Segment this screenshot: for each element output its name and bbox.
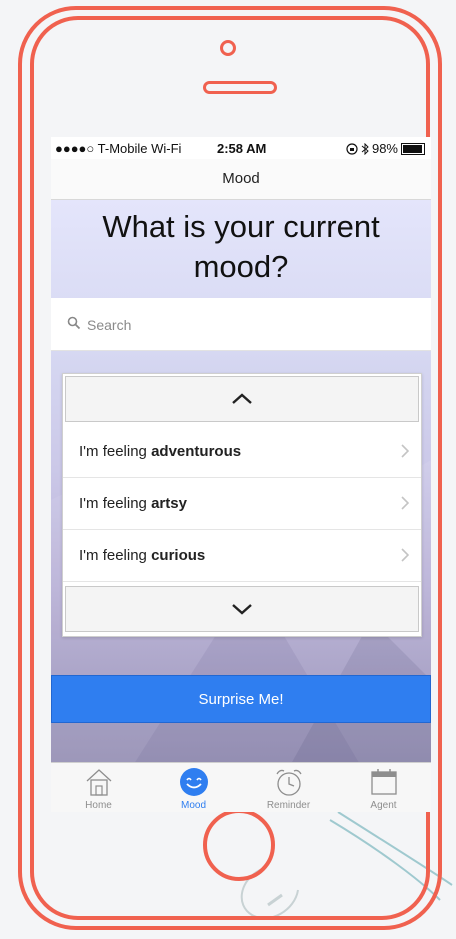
smiley-icon bbox=[179, 768, 208, 796]
carrier-label: ●●●●○ T-Mobile Wi-Fi bbox=[55, 141, 182, 156]
search-icon bbox=[67, 316, 81, 330]
mood-item-adventurous[interactable]: I'm feeling adventurous bbox=[63, 426, 421, 478]
nav-title: Mood bbox=[51, 159, 431, 200]
mood-prefix: I'm feeling bbox=[79, 443, 152, 460]
chevron-right-icon bbox=[401, 548, 409, 562]
phone-screen: ●●●●○ T-Mobile Wi-Fi 2:58 AM 98% Mood Wh… bbox=[51, 137, 431, 812]
chevron-up-icon bbox=[232, 393, 252, 404]
search-bar[interactable] bbox=[51, 298, 431, 351]
tab-home-label: Home bbox=[85, 800, 112, 811]
front-camera bbox=[220, 40, 236, 56]
home-button[interactable] bbox=[203, 809, 275, 881]
status-time: 2:58 AM bbox=[217, 141, 267, 156]
status-bar: ●●●●○ T-Mobile Wi-Fi 2:58 AM 98% bbox=[51, 137, 431, 159]
chevron-down-icon bbox=[232, 604, 252, 615]
earpiece-speaker bbox=[203, 81, 277, 94]
status-right: 98% bbox=[346, 141, 425, 156]
tab-agent-label: Agent bbox=[370, 800, 397, 811]
alarm-clock-icon bbox=[275, 769, 302, 796]
battery-icon bbox=[401, 142, 425, 155]
battery-percent: 98% bbox=[371, 141, 398, 156]
bluetooth-icon bbox=[361, 142, 369, 155]
tab-agent[interactable]: Agent bbox=[336, 763, 431, 812]
rotation-lock-icon bbox=[346, 142, 358, 155]
mood-prefix: I'm feeling bbox=[79, 495, 152, 512]
tab-reminder[interactable]: Reminder bbox=[241, 763, 336, 812]
mood-item-artsy[interactable]: I'm feeling artsy bbox=[63, 478, 421, 530]
mood-word: curious bbox=[151, 547, 206, 564]
mood-picker: I'm feeling adventurous I'm feeling arts… bbox=[62, 373, 422, 637]
mood-question: What is your current mood? bbox=[102, 209, 380, 284]
chevron-right-icon bbox=[401, 444, 409, 458]
tab-mood[interactable]: Mood bbox=[146, 763, 241, 812]
mood-word: artsy bbox=[151, 495, 187, 512]
surprise-me-button[interactable]: Surprise Me! bbox=[51, 675, 431, 723]
chevron-right-icon bbox=[401, 496, 409, 510]
tab-bar: Home Mood Reminder Agent bbox=[51, 762, 431, 812]
home-icon bbox=[86, 769, 111, 796]
tab-reminder-label: Reminder bbox=[266, 800, 311, 811]
search-input[interactable] bbox=[85, 311, 409, 339]
calendar-icon bbox=[370, 769, 397, 795]
mood-item-curious[interactable]: I'm feeling curious bbox=[63, 530, 421, 582]
mood-prefix: I'm feeling bbox=[79, 547, 152, 564]
tab-mood-label: Mood bbox=[180, 800, 206, 811]
mood-word: adventurous bbox=[151, 443, 242, 460]
tab-home[interactable]: Home bbox=[51, 763, 146, 812]
scroll-down-button[interactable] bbox=[65, 586, 419, 632]
scroll-up-button[interactable] bbox=[65, 376, 419, 422]
